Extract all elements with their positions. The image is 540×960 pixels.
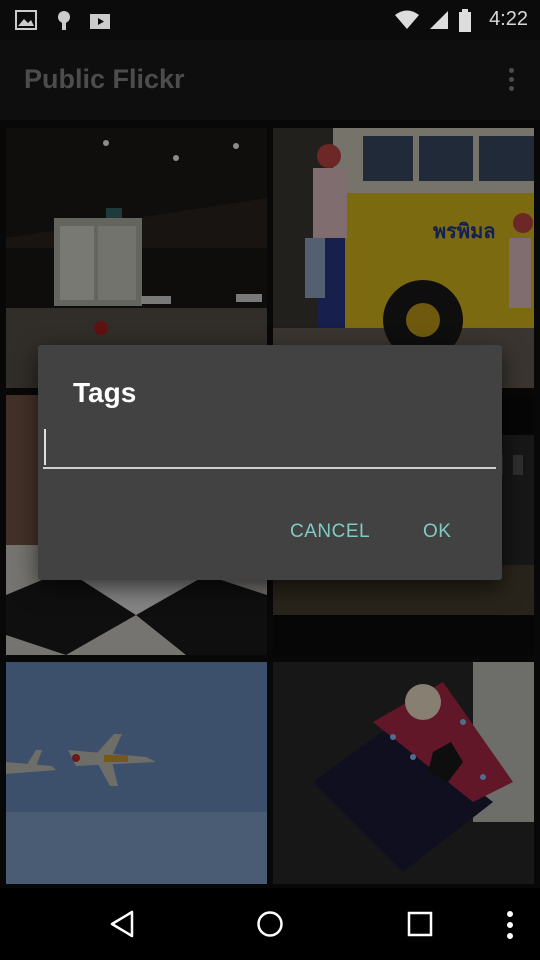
tags-input[interactable]: [43, 425, 496, 469]
text-cursor: [44, 429, 46, 465]
recents-icon[interactable]: [406, 910, 434, 938]
signal-icon: [430, 11, 448, 29]
wifi-icon: [395, 10, 419, 29]
home-icon[interactable]: [256, 910, 284, 938]
media-notification-icon: [90, 14, 110, 29]
ok-button[interactable]: OK: [423, 521, 451, 543]
nav-bar: [0, 888, 540, 960]
back-icon[interactable]: [108, 910, 136, 938]
status-time: 4:22: [489, 8, 528, 30]
tags-dialog: Tags CANCEL OK: [38, 345, 502, 580]
battery-icon: [459, 9, 471, 32]
dialog-title: Tags: [73, 377, 137, 408]
status-bar: 4:22: [0, 0, 540, 40]
more-vert-icon[interactable]: [504, 910, 516, 940]
android-debug-icon: [58, 11, 70, 30]
cancel-button[interactable]: CANCEL: [290, 521, 370, 543]
gallery-notification-icon: [15, 10, 37, 30]
